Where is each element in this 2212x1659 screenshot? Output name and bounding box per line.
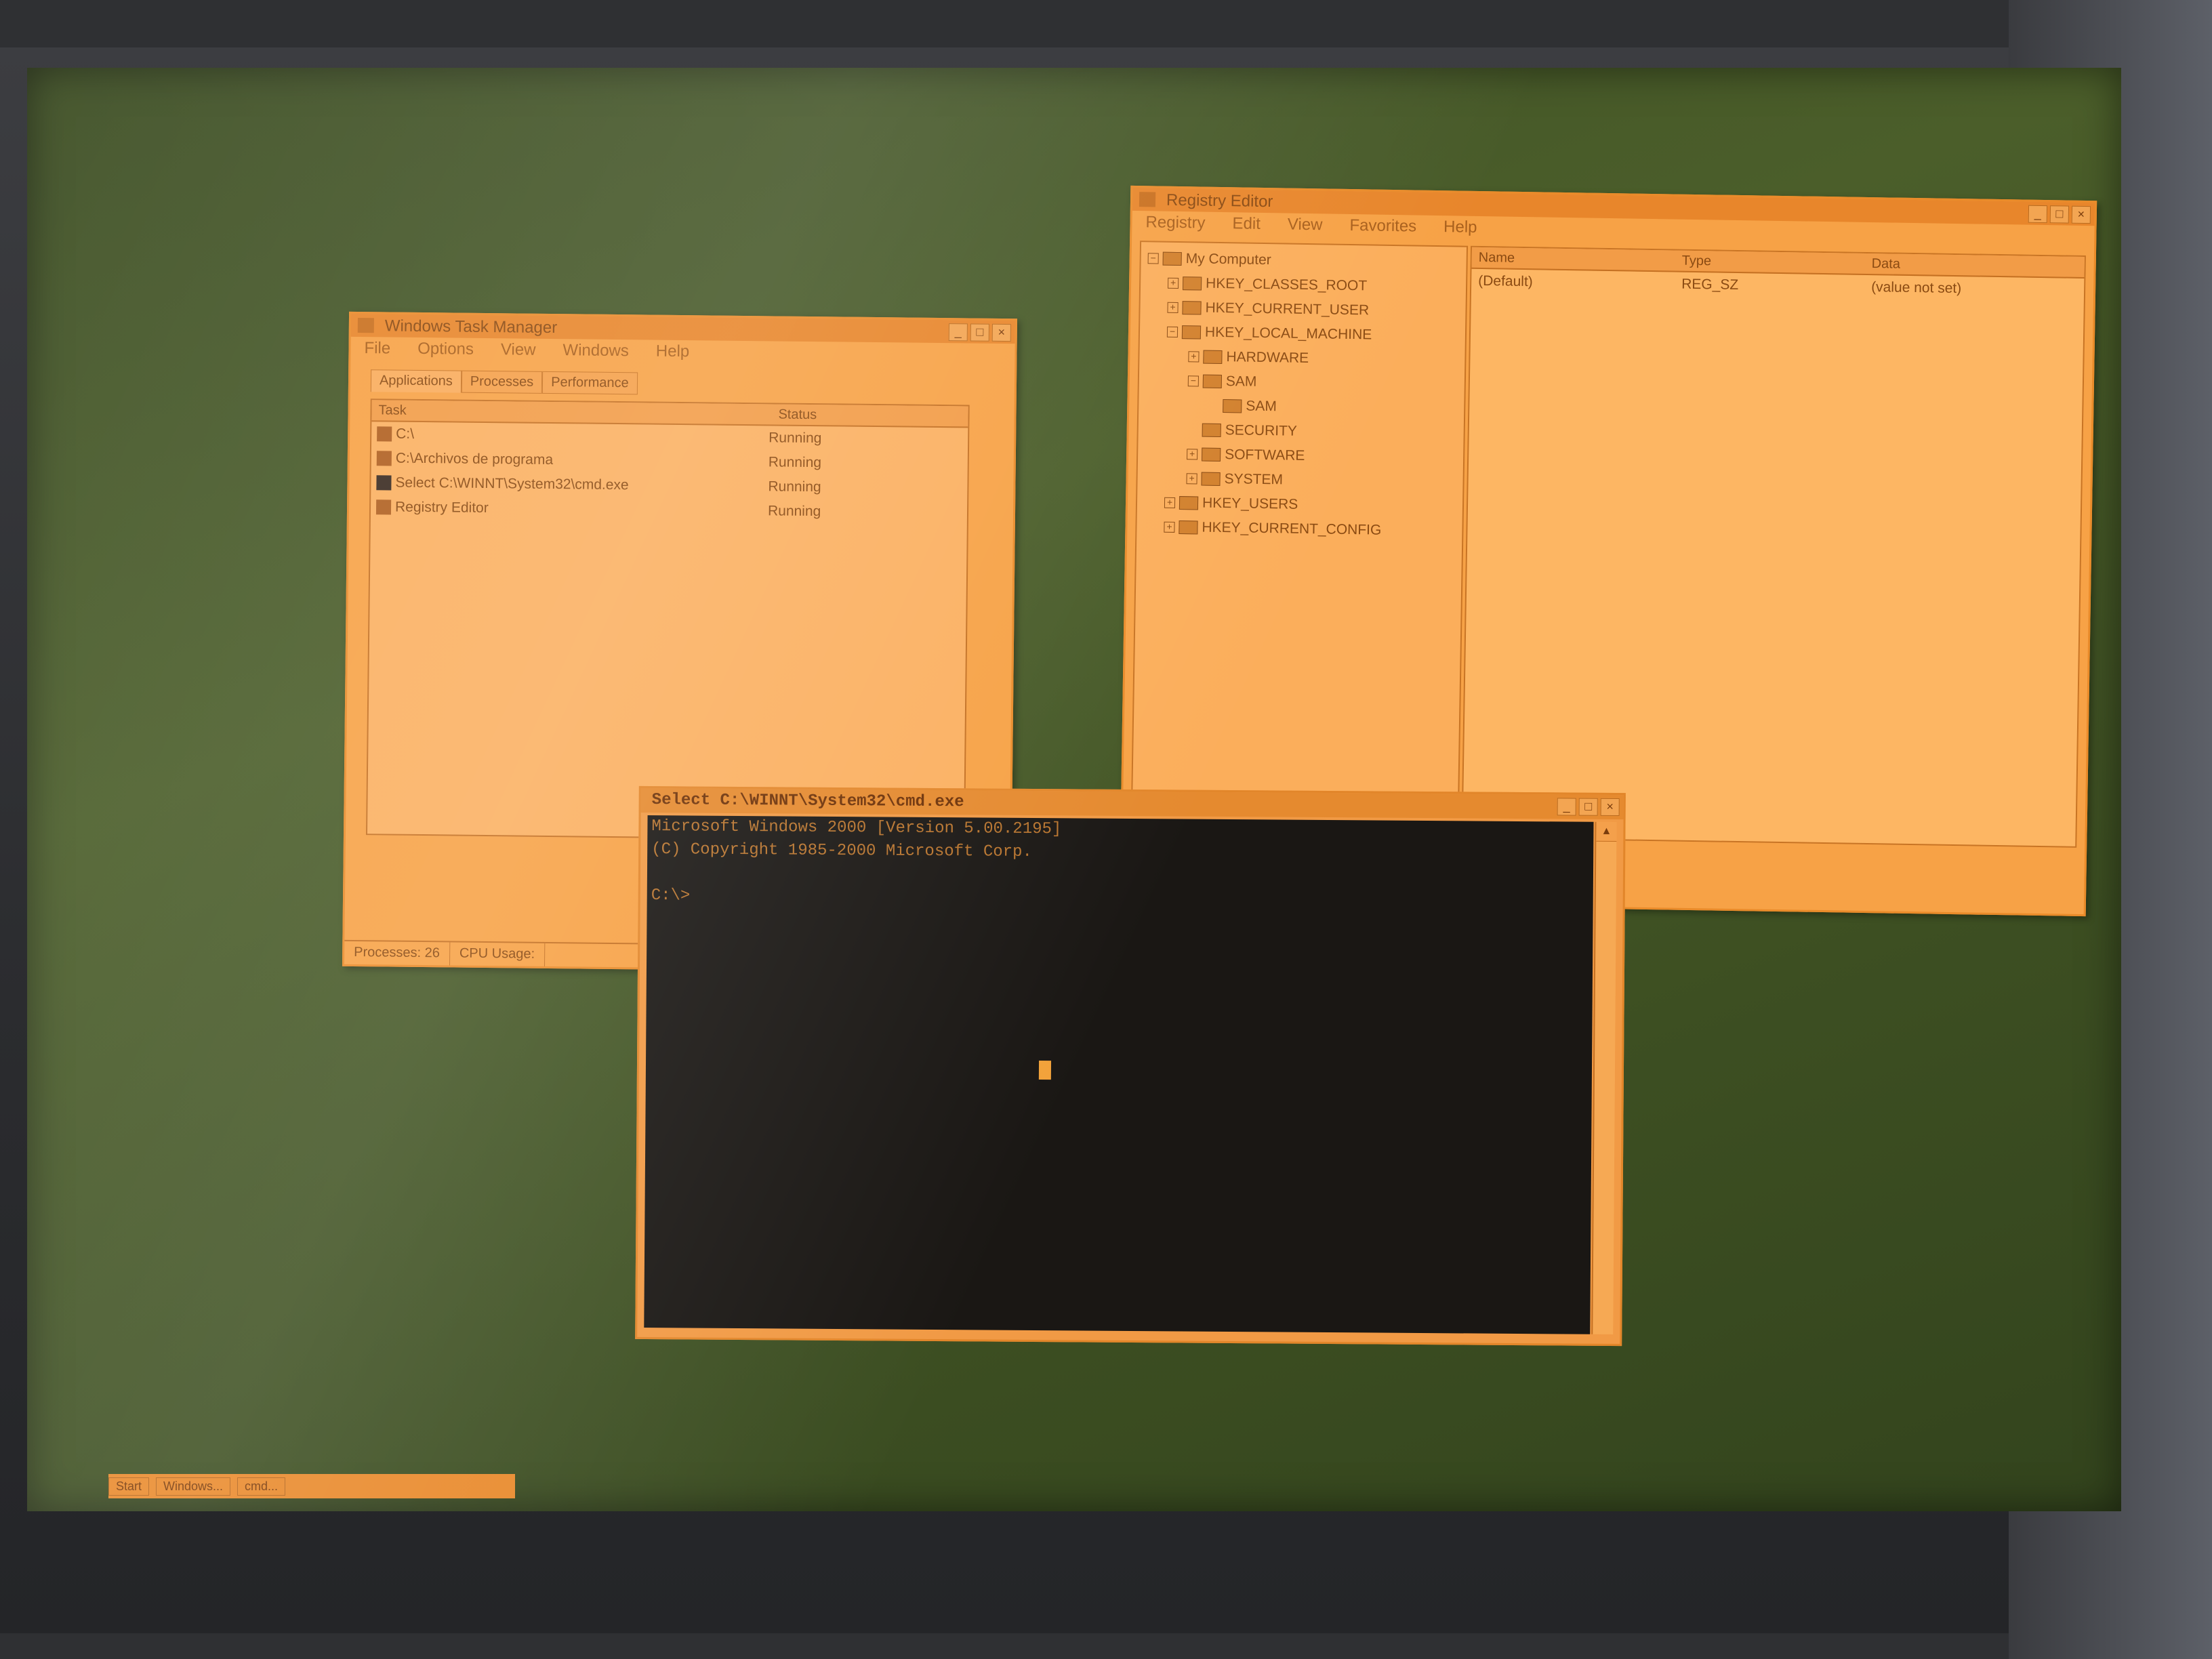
console-output[interactable]: Microsoft Windows 2000 [Version 5.00.219… bbox=[644, 815, 1594, 1334]
folder-icon bbox=[1223, 399, 1242, 413]
column-status[interactable]: Status bbox=[771, 404, 817, 425]
scroll-up-icon[interactable]: ▲ bbox=[1596, 821, 1617, 842]
task-status: Running bbox=[768, 454, 822, 471]
task-status: Running bbox=[769, 430, 822, 447]
folder-icon bbox=[1181, 325, 1202, 340]
expand-icon[interactable]: + bbox=[1164, 497, 1176, 509]
cmd-titlebar[interactable]: Select C:\WINNT\System32\cmd.exe _ □ × bbox=[640, 787, 1624, 820]
desktop: Windows Task Manager _ □ × File Options … bbox=[27, 68, 2121, 1511]
start-button[interactable]: Start bbox=[108, 1477, 150, 1496]
expand-icon[interactable]: + bbox=[1188, 351, 1200, 363]
menu-view[interactable]: View bbox=[501, 338, 536, 362]
value-data: (value not set) bbox=[1870, 279, 1962, 297]
taskbar-item[interactable]: cmd... bbox=[237, 1477, 286, 1496]
menu-favorites[interactable]: Favorites bbox=[1349, 214, 1416, 239]
status-cpu: CPU Usage: bbox=[449, 942, 546, 966]
taskbar-item[interactable]: Windows... bbox=[156, 1477, 231, 1496]
task-status: Running bbox=[767, 503, 821, 520]
close-icon[interactable]: × bbox=[991, 323, 1011, 342]
status-processes: Processes: 26 bbox=[344, 941, 451, 966]
close-icon[interactable]: × bbox=[2071, 205, 2091, 224]
app-icon bbox=[1139, 192, 1156, 207]
minimize-icon[interactable]: _ bbox=[1557, 798, 1576, 816]
console-icon bbox=[376, 475, 392, 491]
registry-tree: − My Computer + HKEY_CLASSES_ROOT + HKEY_CU… bbox=[1130, 241, 1469, 842]
task-name: C:\ bbox=[396, 426, 415, 442]
folder-icon bbox=[1202, 424, 1221, 438]
menu-registry[interactable]: Registry bbox=[1145, 211, 1206, 234]
window-title: Registry Editor bbox=[1166, 190, 1273, 211]
app-icon bbox=[357, 317, 374, 333]
expand-icon[interactable]: + bbox=[1167, 277, 1179, 289]
tree-label: HKEY_CURRENT_USER bbox=[1205, 300, 1370, 319]
folder-icon bbox=[1203, 350, 1223, 365]
registry-values-pane: Name Type Data (Default) REG_SZ (value n… bbox=[1461, 245, 2086, 848]
menu-view[interactable]: View bbox=[1288, 213, 1323, 237]
menu-edit[interactable]: Edit bbox=[1232, 212, 1261, 236]
expand-icon[interactable]: + bbox=[1187, 449, 1198, 460]
menu-help[interactable]: Help bbox=[1443, 216, 1477, 239]
folder-icon bbox=[376, 451, 392, 466]
folder-icon bbox=[1202, 375, 1223, 389]
registry-icon bbox=[375, 499, 392, 515]
maximize-icon[interactable]: □ bbox=[1578, 798, 1598, 816]
tab-applications[interactable]: Applications bbox=[370, 369, 462, 393]
tab-performance[interactable]: Performance bbox=[542, 371, 638, 395]
tree-label: My Computer bbox=[1185, 251, 1271, 268]
maximize-icon[interactable]: □ bbox=[970, 323, 989, 342]
maximize-icon[interactable]: □ bbox=[2049, 205, 2070, 224]
text-cursor bbox=[1038, 1061, 1052, 1080]
column-type[interactable]: Type bbox=[1675, 250, 1865, 273]
close-icon[interactable]: × bbox=[1600, 798, 1620, 817]
task-list: Task Status C:\ Running C:\Archivos de p… bbox=[365, 398, 970, 842]
window-title: Select C:\WINNT\System32\cmd.exe bbox=[651, 791, 964, 812]
taskbar: Start Windows... cmd... bbox=[108, 1474, 515, 1498]
vertical-scrollbar[interactable]: ▲ bbox=[1591, 821, 1617, 1334]
tree-label: HKEY_CURRENT_CONFIG bbox=[1202, 519, 1382, 538]
window-title: Windows Task Manager bbox=[384, 316, 558, 337]
collapse-icon[interactable]: − bbox=[1147, 253, 1159, 264]
folder-icon bbox=[377, 426, 392, 442]
tree-label: SAM bbox=[1225, 373, 1257, 390]
expand-icon[interactable]: + bbox=[1167, 302, 1179, 314]
tree-node-hkcc[interactable]: + HKEY_CURRENT_CONFIG bbox=[1136, 514, 1462, 544]
folder-icon bbox=[1182, 301, 1202, 315]
collapse-icon[interactable]: − bbox=[1187, 375, 1199, 387]
expand-icon[interactable]: + bbox=[1186, 473, 1197, 485]
tree-label: SOFTWARE bbox=[1224, 447, 1305, 464]
tree-label: HKEY_LOCAL_MACHINE bbox=[1204, 324, 1372, 343]
value-name: (Default) bbox=[1478, 272, 1533, 290]
expand-icon[interactable]: + bbox=[1164, 521, 1175, 533]
task-name: Registry Editor bbox=[394, 499, 489, 516]
folder-icon bbox=[1179, 496, 1199, 510]
tree-label: SYSTEM bbox=[1224, 471, 1284, 488]
task-status: Running bbox=[768, 478, 821, 495]
tab-processes[interactable]: Processes bbox=[461, 370, 543, 394]
column-task[interactable]: Task bbox=[371, 400, 771, 424]
menu-options[interactable]: Options bbox=[417, 337, 474, 361]
cmd-window: Select C:\WINNT\System32\cmd.exe _ □ × M… bbox=[635, 785, 1626, 1347]
folder-icon bbox=[1182, 276, 1202, 291]
tree-label: HKEY_USERS bbox=[1202, 495, 1298, 512]
folder-icon bbox=[1201, 472, 1221, 487]
tree-label: HKEY_CLASSES_ROOT bbox=[1205, 275, 1368, 294]
tree-label: SECURITY bbox=[1225, 422, 1298, 439]
minimize-icon[interactable]: _ bbox=[2028, 205, 2048, 224]
folder-icon bbox=[1201, 448, 1221, 462]
column-data[interactable]: Data bbox=[1864, 253, 1901, 274]
menu-file[interactable]: File bbox=[364, 337, 390, 360]
menu-help[interactable]: Help bbox=[656, 340, 690, 364]
task-name: Select C:\WINNT\System32\cmd.exe bbox=[395, 474, 629, 493]
tree-label: SAM bbox=[1246, 398, 1277, 415]
menu-windows[interactable]: Windows bbox=[562, 339, 629, 363]
task-name: C:\Archivos de programa bbox=[395, 450, 554, 468]
tab-strip: Applications Processes Performance bbox=[370, 369, 638, 395]
minimize-icon[interactable]: _ bbox=[948, 323, 968, 342]
value-type: REG_SZ bbox=[1681, 276, 1739, 293]
folder-icon bbox=[1179, 520, 1198, 535]
column-name[interactable]: Name bbox=[1472, 247, 1675, 271]
computer-icon bbox=[1162, 252, 1182, 266]
tree-label: HARDWARE bbox=[1226, 349, 1309, 367]
collapse-icon[interactable]: − bbox=[1166, 326, 1179, 338]
